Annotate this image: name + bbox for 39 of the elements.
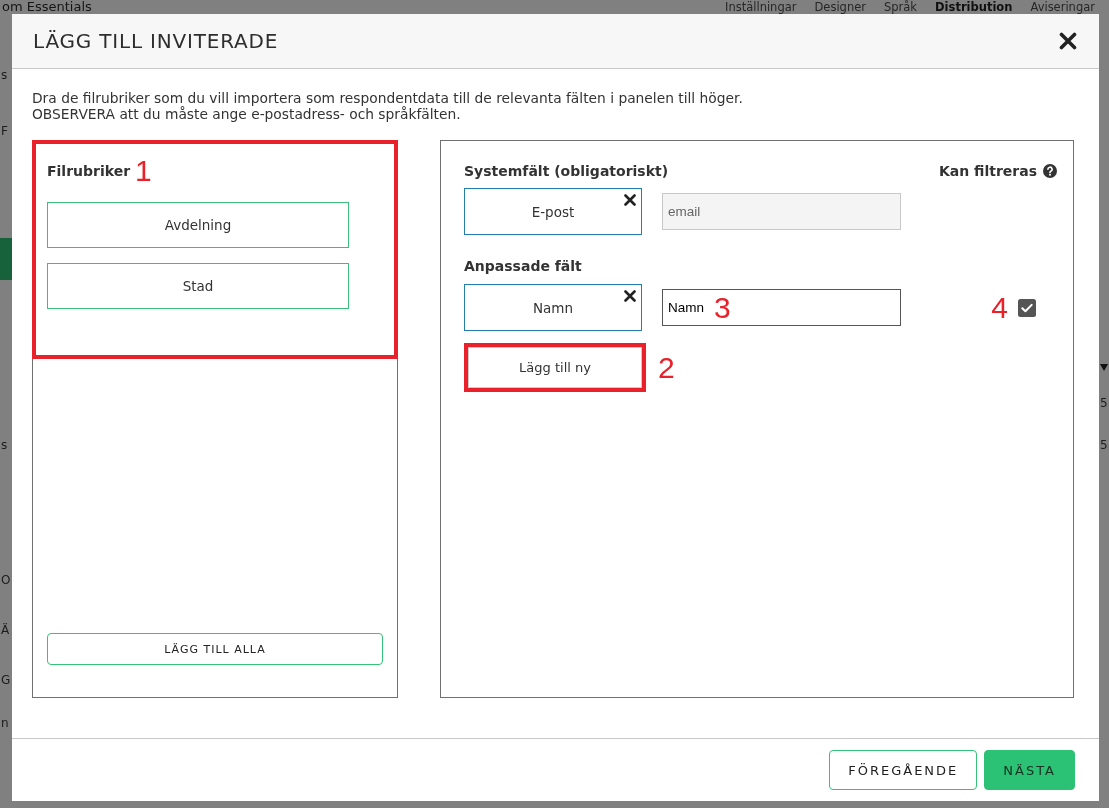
caret-icon[interactable] <box>1100 364 1108 371</box>
next-button[interactable]: NÄSTA <box>984 750 1075 790</box>
text-fragment: O <box>1 573 11 587</box>
mapped-field-chip[interactable]: Namn <box>464 284 642 331</box>
tab[interactable]: Designer <box>814 0 866 14</box>
page-title: om Essentials <box>2 0 92 14</box>
tab[interactable]: Aviseringar <box>1030 0 1095 14</box>
back-button[interactable]: FÖREGÅENDE <box>829 750 978 790</box>
tab[interactable]: Inställningar <box>725 0 797 14</box>
add-all-button[interactable]: LÄGG TILL ALLA <box>47 633 383 665</box>
text-fragment: s <box>1 438 8 452</box>
add-new-button[interactable]: Lägg till ny <box>468 347 642 388</box>
annotation-number: 4 <box>991 292 1008 323</box>
section-heading: Anpassade fält <box>464 258 582 274</box>
text-fragment: n <box>1 716 9 730</box>
instruction-text: OBSERVERA att du måste ange e-postadress- och språkfälten. <box>32 106 461 122</box>
checkbox[interactable] <box>1018 298 1036 317</box>
tab[interactable]: Språk <box>884 0 918 14</box>
cross-icon[interactable] <box>624 194 636 206</box>
tab[interactable]: Distribution <box>935 0 1013 14</box>
panel-heading: Filrubriker <box>47 163 131 179</box>
text-fragment: 5 <box>1100 438 1108 452</box>
text-fragment: F <box>1 124 8 138</box>
close-icon[interactable] <box>1059 32 1077 50</box>
help-icon[interactable] <box>1043 164 1057 178</box>
column-heading: Kan filtreras <box>938 163 1037 179</box>
text-fragment: 5 <box>1100 396 1108 410</box>
text-fragment: Ä <box>1 623 10 637</box>
annotation-number: 1 <box>135 156 152 186</box>
section-heading: Systemfält (obligatoriskt) <box>464 163 669 179</box>
annotation-number: 3 <box>714 292 731 323</box>
dialog-title: LÄGG TILL INVITERADE <box>33 29 279 53</box>
text-fragment: s <box>1 68 8 82</box>
file-header-item[interactable]: Stad <box>47 263 349 309</box>
annotation-number: 2 <box>658 352 675 383</box>
cross-icon[interactable] <box>624 290 636 302</box>
instruction-text: Dra de filrubriker som du vill importera som respondentdata till de relevanta fälten i panelen till höger. <box>32 90 743 106</box>
text-fragment: G <box>1 673 11 687</box>
file-header-item[interactable]: Avdelning <box>47 202 349 248</box>
